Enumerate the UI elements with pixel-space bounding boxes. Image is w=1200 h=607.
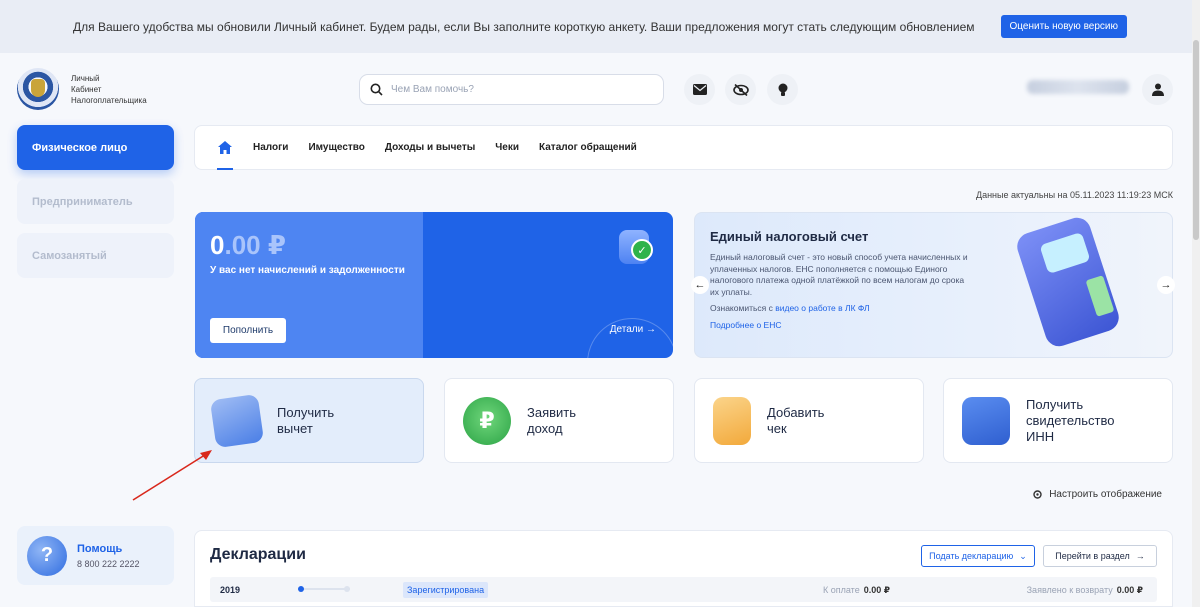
scrollbar-thumb[interactable] bbox=[1193, 40, 1199, 240]
annotation-arrow bbox=[132, 450, 212, 501]
declaration-year: 2019 bbox=[220, 585, 241, 595]
tile-label: Заявить доход bbox=[527, 404, 577, 436]
sidebar-item-label: Физическое лицо bbox=[32, 141, 128, 154]
nav-item-taxes[interactable]: Налоги bbox=[253, 142, 288, 153]
eye-off-icon bbox=[732, 83, 749, 96]
arrow-right-icon: → bbox=[1135, 551, 1145, 561]
video-link[interactable]: видео о работе в ЛК ФЛ bbox=[775, 303, 869, 313]
nav-item-income-deductions[interactable]: Доходы и вычеты bbox=[385, 142, 475, 153]
tile-add-receipt[interactable]: Добавить чек bbox=[694, 378, 924, 463]
ens-title: Единый налоговый счет bbox=[710, 229, 869, 244]
chevron-down-icon: ⌄ bbox=[1019, 550, 1027, 561]
banner-text: Для Вашего удобства мы обновили Личный к… bbox=[72, 19, 975, 34]
ens-card: Единый налоговый счет Единый налоговый с… bbox=[694, 212, 1173, 358]
search-input[interactable] bbox=[391, 84, 641, 95]
tile-label: Получить вычет bbox=[277, 404, 335, 436]
tile-get-inn-certificate[interactable]: Получить свидетельство ИНН bbox=[943, 378, 1173, 463]
nav-item-requests-catalog[interactable]: Каталог обращений bbox=[539, 142, 637, 153]
user-icon bbox=[1151, 83, 1164, 96]
mail-icon bbox=[692, 84, 707, 95]
details-link[interactable]: Детали → bbox=[610, 324, 656, 335]
ruble-coin-icon: ₽ bbox=[463, 396, 511, 445]
help-question-icon: ? bbox=[27, 535, 67, 576]
home-icon bbox=[218, 141, 232, 154]
nav-item-receipts[interactable]: Чеки bbox=[495, 142, 519, 153]
main-nav: Налоги Имущество Доходы и вычеты Чеки Ка… bbox=[194, 125, 1173, 170]
fns-logo[interactable] bbox=[17, 68, 59, 110]
logo-text[interactable]: Личный Кабинет Налогоплательщика bbox=[71, 73, 171, 106]
to-pay-amount: К оплате 0.00 ₽ bbox=[823, 585, 890, 595]
sidebar-item-individual[interactable]: Физическое лицо bbox=[17, 125, 174, 170]
help-title: Помощь bbox=[77, 542, 123, 555]
balance-subtitle: У вас нет начислений и задолженности bbox=[210, 265, 405, 276]
customize-display-link[interactable]: Настроить отображение bbox=[1032, 489, 1162, 500]
receipt-icon bbox=[713, 396, 751, 445]
refund-amount: Заявлено к возврату 0.00 ₽ bbox=[1026, 585, 1143, 595]
wallet-icon bbox=[209, 393, 265, 448]
tips-button[interactable] bbox=[767, 74, 798, 105]
payment-terminal-illustration bbox=[1013, 214, 1123, 350]
rate-version-button[interactable]: Оценить новую версию bbox=[1000, 15, 1127, 38]
page-scrollbar[interactable] bbox=[1192, 0, 1200, 607]
progress-steps bbox=[298, 586, 350, 592]
tile-declare-income[interactable]: ₽ Заявить доход bbox=[444, 378, 674, 463]
search-box[interactable] bbox=[359, 74, 664, 105]
goto-section-button[interactable]: Перейти в раздел → bbox=[1043, 545, 1157, 567]
tile-label: Получить свидетельство ИНН bbox=[1026, 396, 1115, 444]
search-icon bbox=[370, 83, 383, 96]
gear-icon bbox=[1033, 490, 1042, 499]
ens-learn: Ознакомиться с видео о работе в ЛК ФЛ bbox=[710, 303, 870, 313]
top-up-button[interactable]: Пополнить bbox=[210, 318, 286, 343]
arrow-right-icon: → bbox=[646, 324, 656, 335]
tile-get-deduction[interactable]: Получить вычет bbox=[194, 378, 424, 463]
declarations-section: Декларации Подать декларацию ⌄ Перейти в … bbox=[194, 530, 1173, 607]
hide-amounts-button[interactable] bbox=[725, 74, 756, 105]
messages-button[interactable] bbox=[684, 74, 715, 105]
user-name-blurred[interactable] bbox=[1027, 80, 1129, 94]
status-badge: Зарегистрирована bbox=[403, 582, 489, 598]
submit-declaration-button[interactable]: Подать декларацию ⌄ bbox=[921, 545, 1035, 567]
sidebar-item-label: Предприниматель bbox=[32, 195, 133, 208]
nav-item-property[interactable]: Имущество bbox=[308, 142, 364, 153]
ens-more-link[interactable]: Подробнее о ЕНС bbox=[710, 320, 781, 330]
data-updated-label: Данные актуальны на 05.11.2023 11:19:23 … bbox=[975, 190, 1173, 200]
table-row[interactable]: 2019 Зарегистрирована К оплате 0.00 ₽ Зая… bbox=[210, 577, 1157, 602]
sidebar-item-self-employed[interactable]: Самозанятый bbox=[17, 233, 174, 278]
sidebar-item-entrepreneur[interactable]: Предприниматель bbox=[17, 179, 174, 224]
check-icon: ✓ bbox=[631, 239, 653, 261]
lightbulb-icon bbox=[778, 83, 787, 96]
profile-button[interactable] bbox=[1142, 74, 1173, 105]
balance-amount: 0.00 ₽ bbox=[210, 230, 286, 260]
nav-home[interactable] bbox=[217, 125, 233, 170]
carousel-prev-icon[interactable]: ← bbox=[691, 276, 709, 294]
help-block[interactable]: ? Помощь 8 800 222 2222 bbox=[17, 526, 174, 585]
ens-description: Единый налоговый счет - это новый способ… bbox=[710, 252, 968, 297]
balance-card: 0.00 ₽ У вас нет начислений и задолженно… bbox=[195, 212, 673, 358]
tile-label: Добавить чек bbox=[767, 404, 825, 436]
carousel-next-icon[interactable]: → bbox=[1157, 276, 1175, 294]
sidebar-item-label: Самозанятый bbox=[32, 249, 107, 262]
top-banner: Для Вашего удобства мы обновили Личный к… bbox=[0, 0, 1200, 53]
declarations-title: Декларации bbox=[210, 546, 306, 563]
help-phone: 8 800 222 2222 bbox=[77, 558, 140, 569]
id-card-icon bbox=[962, 396, 1010, 445]
